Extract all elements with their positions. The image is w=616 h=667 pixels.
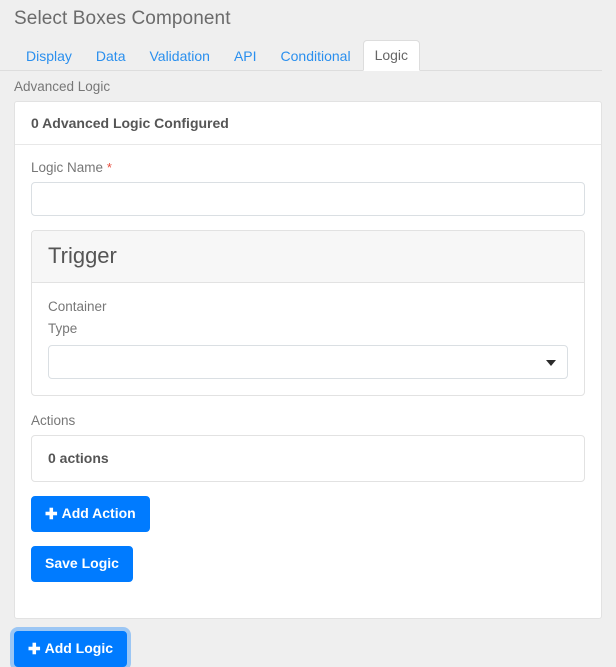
logic-name-label-text: Logic Name — [31, 160, 103, 175]
tab-api[interactable]: API — [222, 41, 269, 71]
add-logic-button-label: Add Logic — [45, 640, 113, 656]
advanced-logic-label: Advanced Logic — [0, 71, 616, 101]
component-settings-page: Select Boxes Component Display Data Vali… — [0, 0, 616, 667]
tab-conditional[interactable]: Conditional — [269, 41, 363, 71]
plus-icon: ✚ — [28, 641, 41, 658]
trigger-type-select-wrap — [48, 345, 568, 379]
actions-label: Actions — [31, 412, 585, 429]
add-action-button-label: Add Action — [62, 505, 136, 521]
advanced-logic-panel-body: Logic Name * Trigger Container Type — [15, 145, 601, 618]
advanced-logic-panel-heading: 0 Advanced Logic Configured — [15, 102, 601, 145]
advanced-logic-panel: 0 Advanced Logic Configured Logic Name *… — [14, 101, 602, 619]
plus-icon: ✚ — [45, 506, 58, 523]
required-marker: * — [107, 160, 112, 175]
tab-data[interactable]: Data — [84, 41, 138, 71]
add-action-row: ✚Add Action — [31, 496, 585, 532]
add-logic-bar: ✚Add Logic — [0, 619, 616, 667]
logic-name-input[interactable] — [31, 182, 585, 216]
add-action-button[interactable]: ✚Add Action — [31, 496, 150, 532]
save-logic-button[interactable]: Save Logic — [31, 546, 133, 582]
trigger-title: Trigger — [48, 242, 568, 270]
trigger-panel: Trigger Container Type — [31, 230, 585, 396]
save-logic-row: Save Logic — [31, 546, 585, 582]
trigger-container-label: Container — [48, 296, 568, 318]
logic-name-group: Logic Name * — [31, 159, 585, 216]
tab-logic[interactable]: Logic — [363, 40, 420, 71]
page-title: Select Boxes Component — [0, 0, 616, 32]
actions-summary-box: 0 actions — [31, 435, 585, 482]
logic-name-label: Logic Name * — [31, 159, 585, 176]
trigger-type-select[interactable] — [48, 345, 568, 379]
tab-validation[interactable]: Validation — [137, 41, 221, 71]
tab-display[interactable]: Display — [14, 41, 84, 71]
trigger-type-label: Type — [48, 318, 568, 340]
trigger-panel-body: Container Type — [32, 283, 584, 395]
trigger-panel-heading: Trigger — [32, 231, 584, 283]
add-logic-button[interactable]: ✚Add Logic — [14, 631, 127, 667]
actions-group: Actions 0 actions ✚Add Action Save Logic — [31, 412, 585, 582]
settings-tabs: Display Data Validation API Conditional … — [0, 32, 602, 71]
